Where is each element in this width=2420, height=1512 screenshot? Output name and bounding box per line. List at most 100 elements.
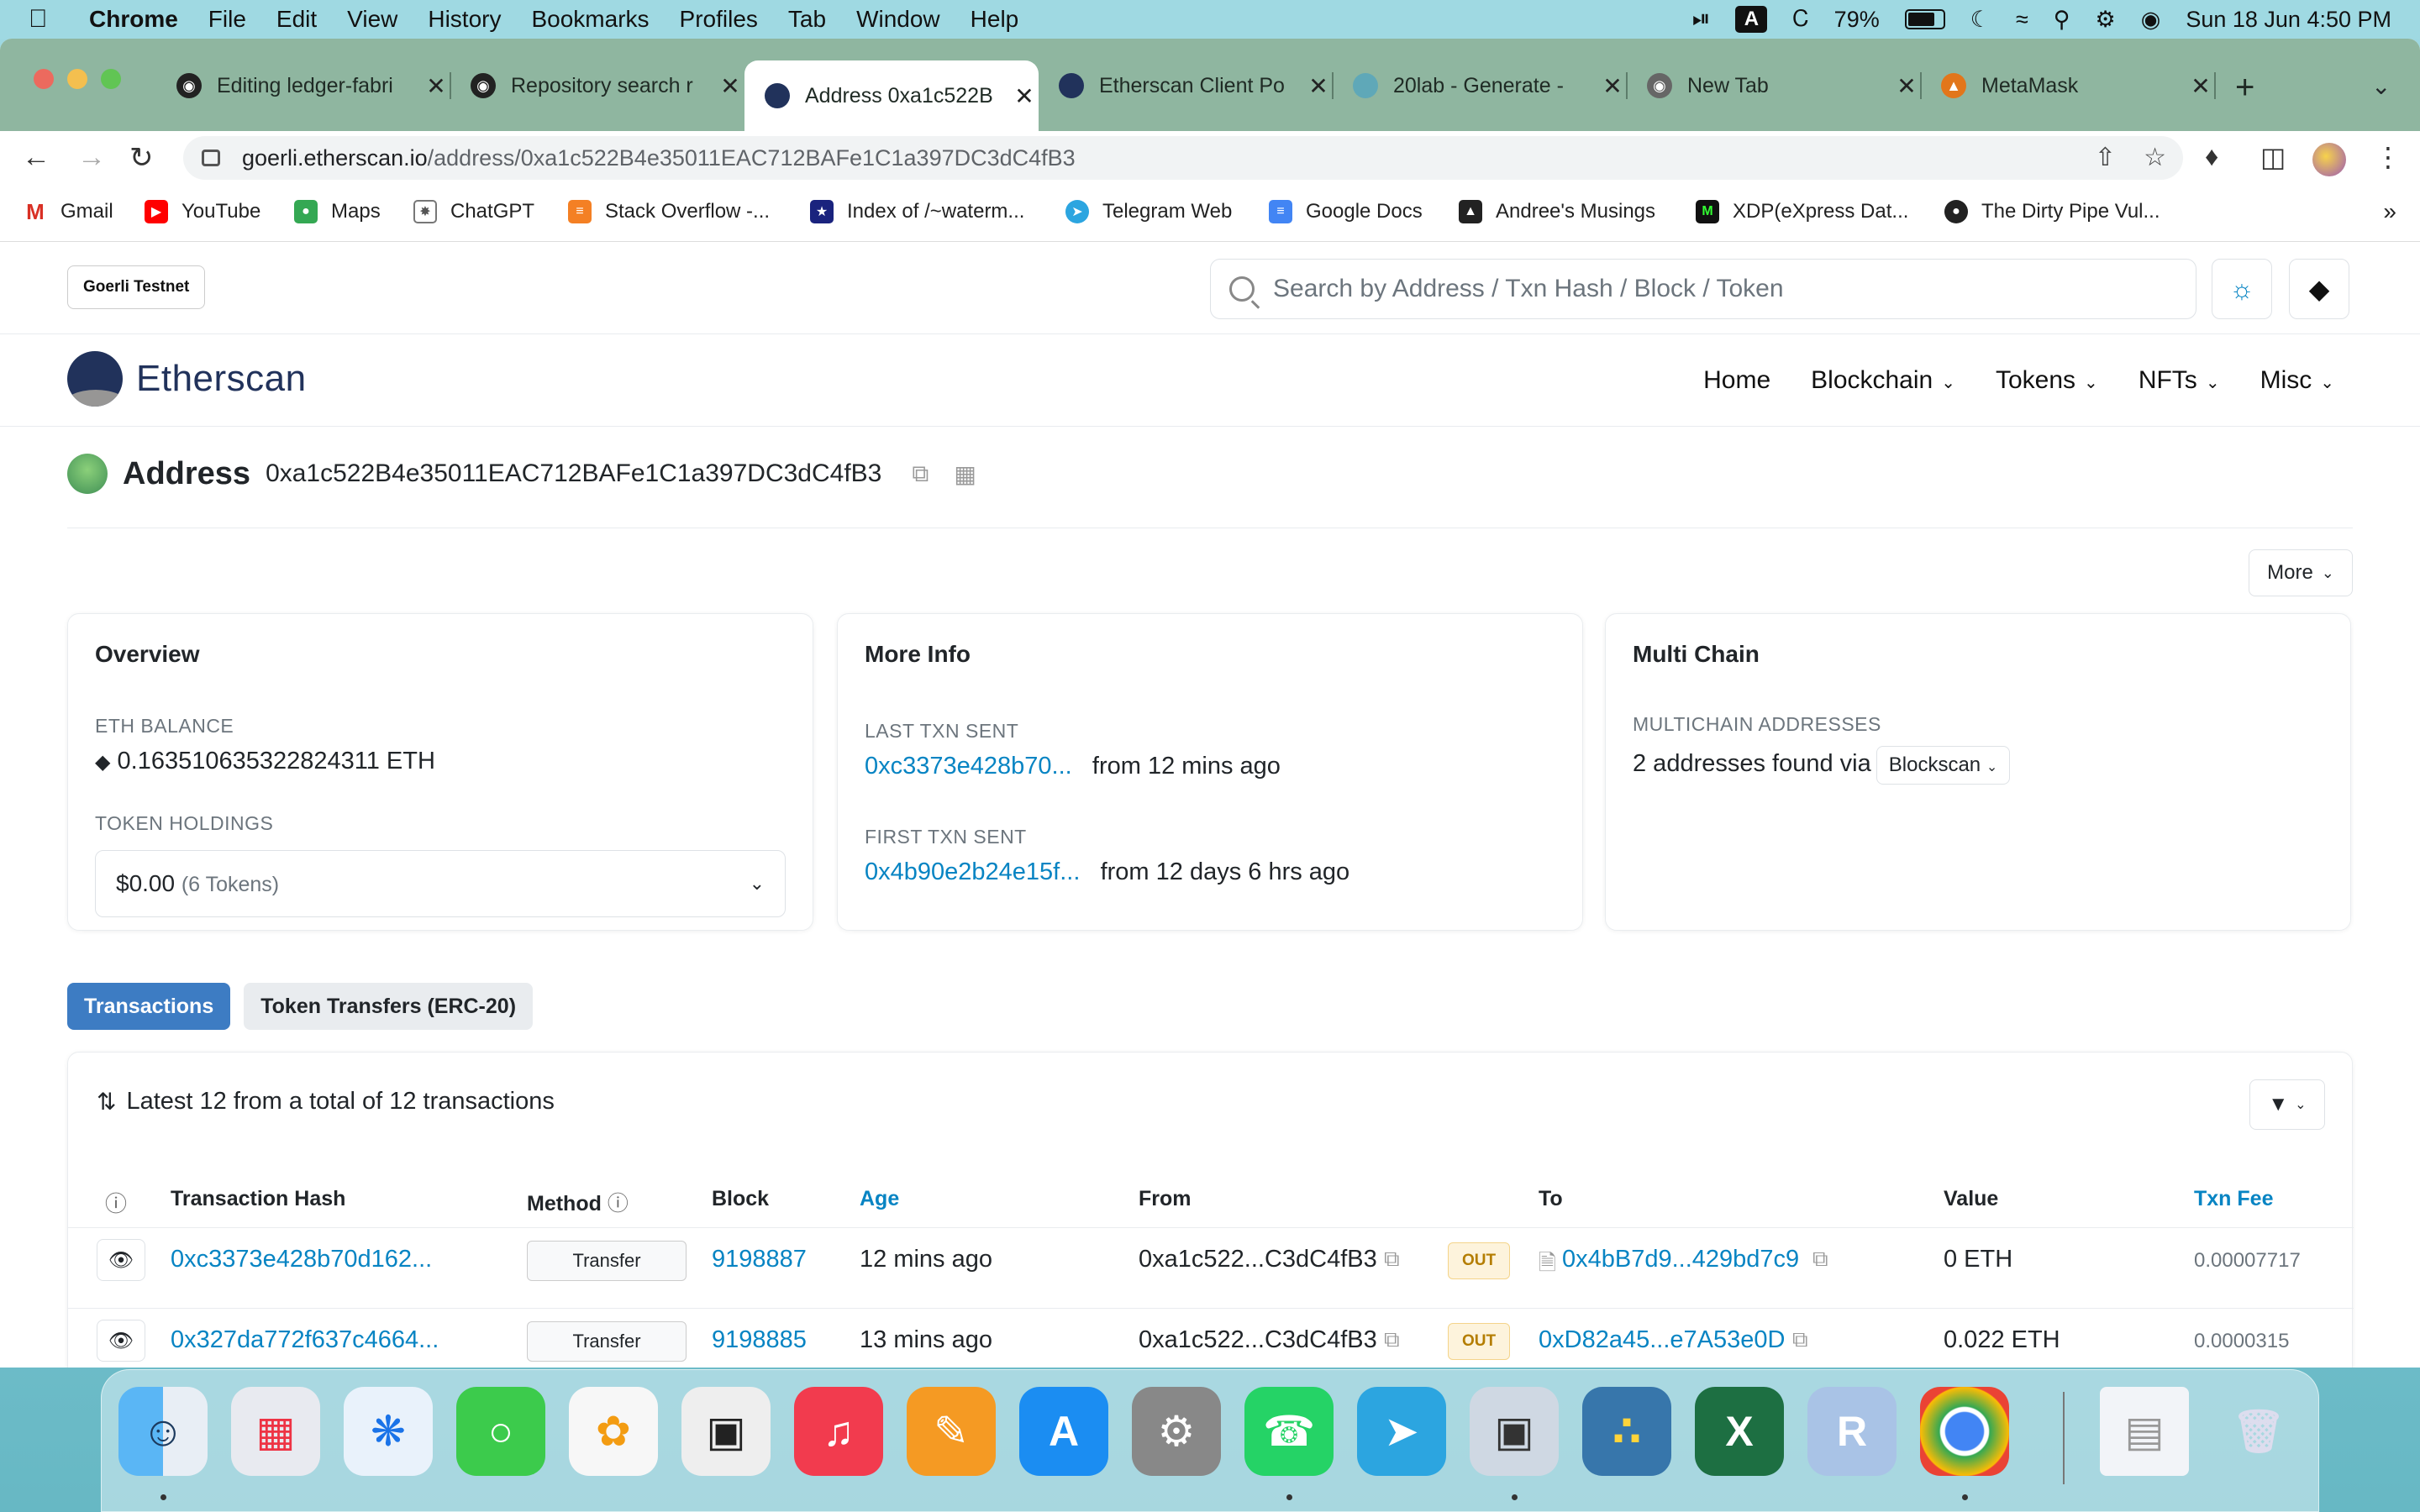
- nav-blockchain[interactable]: Blockchain ⌄: [1811, 366, 1955, 395]
- close-tab-icon[interactable]: ✕: [1010, 82, 1039, 110]
- network-badge[interactable]: Goerli Testnet: [67, 265, 206, 309]
- close-tab-icon[interactable]: ✕: [1304, 72, 1333, 100]
- address-bar[interactable]: goerli.etherscan.io/address/0xa1c522B4e3…: [183, 136, 2183, 180]
- bookmark-andrees-musings[interactable]: ▲ Andree's Musings: [1459, 200, 1655, 223]
- messages-icon[interactable]: ○: [456, 1387, 545, 1476]
- nav-misc[interactable]: Misc ⌄: [2260, 366, 2334, 395]
- copy-icon[interactable]: ⧉: [1384, 1326, 1400, 1353]
- from-address[interactable]: 0xa1c522...C3dC4fB3: [1139, 1326, 1377, 1354]
- chrome-dock-icon[interactable]: [1920, 1387, 2009, 1476]
- pages-icon[interactable]: ✎: [907, 1387, 996, 1476]
- address-bar-url[interactable]: goerli.etherscan.io/address/0xa1c522B4e3…: [242, 145, 1076, 171]
- to-address[interactable]: 0xD82a45...e7A53e0D: [1539, 1326, 1785, 1354]
- python-icon[interactable]: ∴: [1582, 1387, 1671, 1476]
- bluetooth-icon[interactable]: Ꮯ: [1792, 6, 1808, 33]
- spotlight-icon[interactable]: ⚲: [2054, 7, 2070, 33]
- block-link[interactable]: 9198887: [712, 1246, 807, 1273]
- menu-bookmarks[interactable]: Bookmarks: [531, 6, 649, 33]
- preview-icon[interactable]: ▣: [1470, 1387, 1559, 1476]
- eye-icon[interactable]: 👁: [97, 1320, 145, 1362]
- tx-hash[interactable]: 0x327da772f637c4664...: [171, 1326, 439, 1354]
- extensions-puzzle-icon[interactable]: ♦: [2205, 141, 2218, 172]
- col-age[interactable]: Age: [860, 1187, 899, 1211]
- minimize-window-button[interactable]: [67, 69, 87, 89]
- lock-icon[interactable]: [202, 150, 220, 166]
- close-window-button[interactable]: [34, 69, 54, 89]
- finder-icon[interactable]: ☺: [118, 1387, 208, 1476]
- token-holdings-dropdown[interactable]: $0.00 (6 Tokens) ⌄: [95, 850, 786, 917]
- back-arrow-icon[interactable]: ←: [22, 141, 50, 174]
- bookmark-index[interactable]: ★ Index of /~waterm...: [810, 200, 1024, 223]
- copy-icon[interactable]: ⧉: [1384, 1246, 1400, 1273]
- siri-icon[interactable]: ◉: [2141, 7, 2161, 33]
- zoom-window-button[interactable]: [101, 69, 121, 89]
- bookmark-telegram[interactable]: ➤ Telegram Web: [1065, 200, 1232, 223]
- input-source-icon[interactable]: A: [1735, 6, 1768, 33]
- search-input[interactable]: Search by Address / Txn Hash / Block / T…: [1273, 275, 1784, 303]
- ethereum-icon[interactable]: ◆: [2289, 259, 2349, 319]
- menu-app-name[interactable]: Chrome: [89, 6, 178, 33]
- block-link[interactable]: 9198885: [712, 1326, 807, 1354]
- bookmark-dirty-pipe[interactable]: ● The Dirty Pipe Vul...: [1944, 200, 2160, 223]
- forward-arrow-icon[interactable]: →: [77, 141, 106, 174]
- menu-view[interactable]: View: [347, 6, 397, 33]
- app-store-icon[interactable]: A: [1019, 1387, 1108, 1476]
- copy-icon[interactable]: ⧉: [1792, 1326, 1808, 1353]
- blockscan-dropdown[interactable]: Blockscan ⌄: [1876, 746, 2011, 785]
- recent-document-icon[interactable]: ▤: [2100, 1387, 2189, 1476]
- whatsapp-icon[interactable]: ☎: [1244, 1387, 1334, 1476]
- moon-icon[interactable]: ☾: [1970, 7, 1991, 33]
- bookmarks-overflow-icon[interactable]: »: [2383, 198, 2396, 225]
- menu-help[interactable]: Help: [971, 6, 1019, 33]
- r-icon[interactable]: R: [1807, 1387, 1897, 1476]
- share-icon[interactable]: ⇧: [2095, 143, 2116, 172]
- menu-tab[interactable]: Tab: [788, 6, 826, 33]
- copy-icon[interactable]: ⧉: [912, 460, 929, 488]
- nav-nfts[interactable]: NFTs ⌄: [2139, 366, 2220, 395]
- trash-icon[interactable]: 🗑: [2214, 1387, 2303, 1476]
- copy-icon[interactable]: ⧉: [1812, 1246, 1828, 1273]
- chrome-menu-icon[interactable]: ⋮: [2375, 141, 2402, 173]
- screenshot-icon[interactable]: ▣: [681, 1387, 771, 1476]
- battery-icon[interactable]: [1904, 9, 1945, 29]
- menu-edit[interactable]: Edit: [276, 6, 317, 33]
- nav-tokens[interactable]: Tokens ⌄: [1996, 366, 2098, 395]
- close-tab-icon[interactable]: ✕: [716, 72, 744, 100]
- menu-file[interactable]: File: [208, 6, 246, 33]
- browser-tab[interactable]: ◉ Editing ledger-fabri ✕: [156, 60, 451, 111]
- close-tab-icon[interactable]: ✕: [1892, 72, 1921, 100]
- photos-icon[interactable]: ✿: [569, 1387, 658, 1476]
- system-settings-icon[interactable]: ⚙: [1132, 1387, 1221, 1476]
- safari-icon[interactable]: ❋: [344, 1387, 433, 1476]
- from-address[interactable]: 0xa1c522...C3dC4fB3: [1139, 1246, 1377, 1273]
- bookmark-youtube[interactable]: ▶ YouTube: [145, 200, 260, 223]
- apple-icon[interactable]: : [29, 5, 57, 34]
- tab-token-transfers[interactable]: Token Transfers (ERC-20): [244, 983, 534, 1030]
- telegram-icon[interactable]: ➤: [1357, 1387, 1446, 1476]
- new-tab-plus-icon[interactable]: +: [2235, 69, 2254, 107]
- close-tab-icon[interactable]: ✕: [2186, 72, 2215, 100]
- nav-home[interactable]: Home: [1703, 366, 1770, 395]
- site-search[interactable]: Search by Address / Txn Hash / Block / T…: [1210, 259, 2196, 319]
- filter-button[interactable]: ▼ ⌄: [2249, 1079, 2325, 1130]
- browser-tab-active[interactable]: Address 0xa1c522B ✕: [744, 60, 1039, 131]
- play-icon[interactable]: ⏯: [1692, 6, 1711, 33]
- profile-avatar[interactable]: [2312, 143, 2346, 176]
- bookmark-xdp[interactable]: M XDP(eXpress Dat...: [1696, 200, 1908, 223]
- bookmark-maps[interactable]: ● Maps: [294, 200, 381, 223]
- tx-hash[interactable]: 0xc3373e428b70d162...: [171, 1246, 432, 1273]
- theme-sun-icon[interactable]: ☼: [2212, 259, 2272, 319]
- browser-tab[interactable]: ◉ New Tab ✕: [1627, 60, 1922, 111]
- reload-icon[interactable]: ↻: [129, 141, 154, 175]
- bookmark-star-icon[interactable]: ☆: [2144, 143, 2166, 172]
- excel-icon[interactable]: X: [1695, 1387, 1784, 1476]
- eye-icon[interactable]: 👁: [97, 1239, 145, 1281]
- help-icon[interactable]: ⓘ: [105, 1187, 127, 1218]
- qr-code-icon[interactable]: ▦: [954, 460, 976, 488]
- launchpad-icon[interactable]: ▦: [231, 1387, 320, 1476]
- tab-search-chevron-icon[interactable]: ⌄: [2371, 72, 2391, 100]
- menu-profiles[interactable]: Profiles: [680, 6, 758, 33]
- menu-datetime[interactable]: Sun 18 Jun 4:50 PM: [2186, 7, 2391, 33]
- to-address[interactable]: 0x4bB7d9...429bd7c9: [1562, 1246, 1799, 1273]
- last-txn-hash[interactable]: 0xc3373e428b70...: [865, 753, 1072, 780]
